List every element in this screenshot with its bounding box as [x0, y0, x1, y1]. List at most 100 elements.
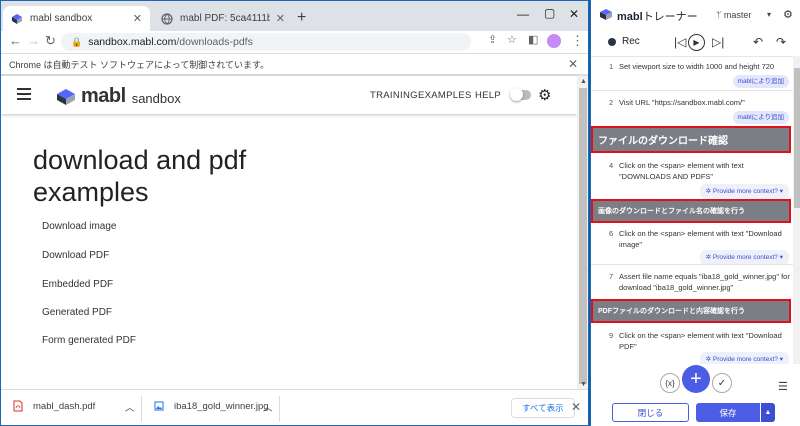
forward-arrow-icon[interactable]: →: [27, 33, 40, 48]
step-number: 9: [609, 331, 614, 340]
link-download-image[interactable]: Download image: [42, 221, 117, 232]
close-tab-icon[interactable]: ✕: [133, 12, 142, 25]
step-item[interactable]: 4 Click on the <span> element with text …: [591, 160, 793, 199]
profile-avatar[interactable]: [547, 34, 561, 48]
provide-context-button[interactable]: ✲ Provide more context? ▾: [699, 250, 789, 265]
assertion-check-icon[interactable]: ✓: [712, 373, 732, 393]
page-title: download and pdf examples: [33, 145, 247, 207]
theme-toggle[interactable]: [510, 88, 531, 101]
added-by-mabl-badge: mablにより追加: [732, 111, 789, 124]
nav-training[interactable]: TRAINING: [370, 90, 418, 101]
download-filename: iba18_gold_winner.jpg: [174, 400, 269, 412]
tab-mabl-pdf[interactable]: mabl PDF: 5ca4111b-ac93-4343- ✕: [153, 6, 293, 31]
step-item[interactable]: 6 Click on the <span> element with text …: [591, 228, 793, 265]
site-logo[interactable]: mabl sandbox: [56, 85, 181, 108]
undo-icon[interactable]: ↶: [753, 35, 763, 49]
page-scrollbar[interactable]: ▲ ▼: [577, 76, 588, 389]
section-group-step[interactable]: 画像のダウンロードとファイル名の確認を行う: [591, 199, 791, 223]
download-item-pdf[interactable]: mabl_dash.pdf: [13, 400, 95, 412]
chevron-down-icon[interactable]: ▾: [767, 10, 771, 19]
step-number: 1: [609, 62, 614, 71]
back-arrow-icon[interactable]: ←: [9, 33, 22, 48]
window-close-button[interactable]: ✕: [569, 7, 579, 21]
link-embedded-pdf[interactable]: Embedded PDF: [42, 279, 113, 290]
record-label[interactable]: Rec: [622, 36, 640, 47]
infobar-text: Chrome は自動テスト ソフトウェアによって制御されています。: [9, 59, 270, 70]
provide-context-button[interactable]: ✲ Provide more context? ▾: [699, 184, 789, 199]
step-item[interactable]: 2 Visit URL "https://sandbox.mabl.com/" …: [591, 97, 793, 125]
scrollbar-thumb[interactable]: [794, 68, 800, 208]
gear-icon[interactable]: ⚙: [538, 86, 551, 104]
url-path: /downloads-pdfs: [176, 36, 253, 48]
redo-icon[interactable]: ↷: [776, 35, 786, 49]
chevron-up-icon[interactable]: ︿: [263, 400, 273, 414]
scroll-down-icon[interactable]: ▼: [580, 381, 587, 388]
provide-context-label: Provide more context?: [712, 188, 778, 195]
mabl-logo-icon: [57, 88, 75, 105]
url-host: sandbox.mabl.com: [88, 36, 177, 48]
mabl-trainer-panel: mablトレーナー ᛘ master ▾ ⚙ Rec |◁ ▶ ▷| ↶ ↷ 1…: [590, 0, 800, 426]
pdf-file-icon: [13, 400, 23, 412]
scroll-up-icon[interactable]: ▲: [580, 78, 587, 85]
step-text: Click on the <span> element with text "D…: [619, 161, 744, 181]
step-item[interactable]: 1 Set viewport size to width 1000 and he…: [591, 61, 793, 89]
trainer-title-text: トレーナー: [642, 11, 698, 23]
section-group-step[interactable]: ファイルのダウンロード確認: [591, 126, 791, 153]
maximize-button[interactable]: ▢: [544, 6, 555, 20]
site-header: mabl sandbox TRAINING EXAMPLES HELP ⚙: [1, 76, 577, 114]
step-item[interactable]: 9 Click on the <span> element with text …: [591, 330, 793, 364]
logo-wordmark: mabl: [81, 85, 126, 107]
scrollbar-thumb[interactable]: [579, 88, 587, 384]
divider: [141, 396, 142, 422]
browser-window: mabl sandbox ✕ mabl PDF: 5ca4111b-ac93-4…: [0, 0, 589, 426]
close-tab-icon[interactable]: ✕: [276, 12, 285, 25]
close-button[interactable]: 閉じる: [612, 403, 689, 422]
provide-context-button[interactable]: ✲ Provide more context? ▾: [699, 352, 789, 364]
step-text: Set viewport size to width 1000 and heig…: [619, 62, 775, 71]
section-group-step[interactable]: PDFファイルのダウンロードと内容確認を行う: [591, 299, 791, 323]
sliders-icon[interactable]: ☰: [778, 380, 788, 393]
chevron-up-icon[interactable]: ︿: [125, 400, 135, 414]
step-back-icon[interactable]: |◁: [674, 35, 686, 49]
save-button[interactable]: 保存: [696, 403, 760, 422]
close-shelf-icon[interactable]: ✕: [571, 400, 581, 414]
nav-examples[interactable]: EXAMPLES: [418, 90, 472, 101]
trainer-title-brand: mabl: [617, 11, 643, 23]
address-bar[interactable]: 🔒 sandbox.mabl.com/downloads-pdfs: [61, 33, 471, 51]
lock-icon: 🔒: [71, 36, 83, 47]
share-icon[interactable]: ⇪: [488, 33, 497, 46]
infobar-close-icon[interactable]: ✕: [568, 57, 578, 71]
nav-help[interactable]: HELP: [475, 90, 501, 101]
add-step-button[interactable]: +: [682, 365, 710, 393]
variables-button[interactable]: {x}: [660, 373, 680, 393]
step-forward-icon[interactable]: ▷|: [712, 35, 724, 49]
step-text: Assert file name equals "iba18_gold_winn…: [619, 272, 790, 292]
provide-context-label: Provide more context?: [712, 356, 778, 363]
step-number: 4: [609, 161, 614, 170]
link-download-pdf[interactable]: Download PDF: [42, 250, 109, 261]
download-item-jpg[interactable]: iba18_gold_winner.jpg: [154, 400, 269, 412]
show-all-downloads-button[interactable]: すべて表示: [511, 398, 575, 418]
divider: [591, 264, 793, 265]
branch-selector[interactable]: ᛘ master: [716, 10, 751, 20]
save-dropdown-chevron-icon[interactable]: ▲: [761, 403, 775, 422]
reload-icon[interactable]: ↻: [45, 33, 56, 49]
download-filename: mabl_dash.pdf: [33, 400, 96, 412]
tab-mabl-sandbox[interactable]: mabl sandbox ✕: [3, 6, 150, 31]
bookmark-star-icon[interactable]: ☆: [507, 33, 517, 46]
link-form-generated-pdf[interactable]: Form generated PDF: [42, 335, 136, 346]
minimize-button[interactable]: —: [517, 7, 529, 21]
new-tab-button[interactable]: +: [297, 9, 306, 27]
link-generated-pdf[interactable]: Generated PDF: [42, 307, 112, 318]
recording-controls: Rec |◁ ▶ ▷| ↶ ↷: [591, 30, 800, 56]
step-text: Visit URL "https://sandbox.mabl.com/": [619, 98, 745, 107]
globe-icon: [161, 12, 173, 25]
play-icon[interactable]: ▶: [688, 34, 705, 51]
hamburger-menu-icon[interactable]: [17, 88, 31, 103]
menu-kebab-icon[interactable]: ⋮: [571, 33, 584, 49]
step-item[interactable]: 7 Assert file name equals "iba18_gold_wi…: [591, 271, 793, 299]
side-panel-icon[interactable]: ◧: [528, 33, 538, 46]
gear-icon[interactable]: ⚙: [783, 8, 793, 21]
step-list-scrollbar[interactable]: [793, 56, 800, 364]
record-dot-icon[interactable]: [608, 38, 616, 46]
